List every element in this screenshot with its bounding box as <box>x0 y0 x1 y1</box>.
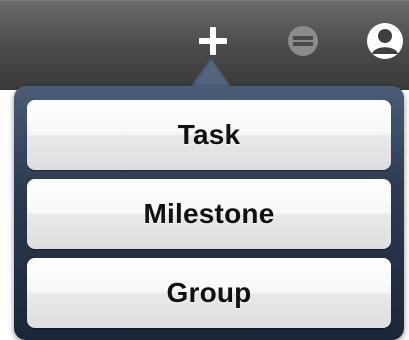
menu-item-label: Group <box>166 277 252 308</box>
menu-item-milestone[interactable]: Milestone <box>27 179 391 249</box>
collapse-button[interactable] <box>282 20 324 62</box>
menu-item-label: Milestone <box>143 198 275 229</box>
app-screen: Task Milestone Group <box>0 0 409 340</box>
add-button[interactable] <box>192 20 234 62</box>
add-menu-popover: Task Milestone Group <box>14 86 404 340</box>
user-button[interactable] <box>364 20 406 62</box>
plus-icon <box>199 27 227 55</box>
menu-item-task[interactable]: Task <box>27 100 391 170</box>
user-icon <box>367 23 403 59</box>
menu-item-label: Task <box>177 119 241 150</box>
menu-item-group[interactable]: Group <box>27 258 391 328</box>
collapse-icon <box>288 26 318 56</box>
add-menu: Task Milestone Group <box>27 100 391 337</box>
